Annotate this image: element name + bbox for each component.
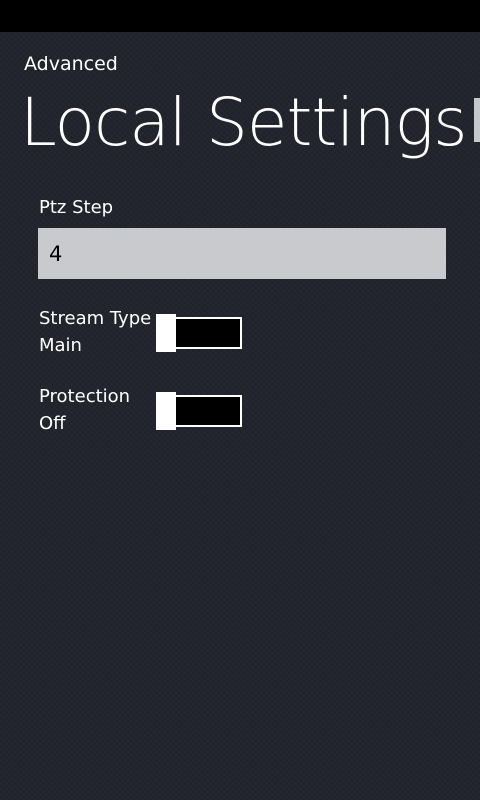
protection-setting: Protection Off <box>39 383 299 439</box>
stream-type-setting: Stream Type Main <box>39 305 299 361</box>
ptz-step-label: Ptz Step <box>39 197 114 218</box>
stream-type-state: Main <box>39 335 82 356</box>
next-pivot-header-hint[interactable] <box>474 98 480 142</box>
stream-type-toggle[interactable] <box>156 314 244 352</box>
protection-toggle-thumb[interactable] <box>156 392 176 430</box>
protection-text: Protection Off <box>39 383 130 437</box>
app-title: Advanced <box>24 53 118 75</box>
stream-type-label: Stream Type <box>39 308 152 329</box>
stream-type-toggle-thumb[interactable] <box>156 314 176 352</box>
protection-toggle[interactable] <box>156 392 244 430</box>
status-bar <box>0 0 480 32</box>
protection-state: Off <box>39 413 66 434</box>
protection-label: Protection <box>39 386 131 407</box>
stream-type-text: Stream Type Main <box>39 305 151 359</box>
page-title: Local Settings <box>20 84 467 161</box>
ptz-step-input[interactable] <box>38 228 446 279</box>
